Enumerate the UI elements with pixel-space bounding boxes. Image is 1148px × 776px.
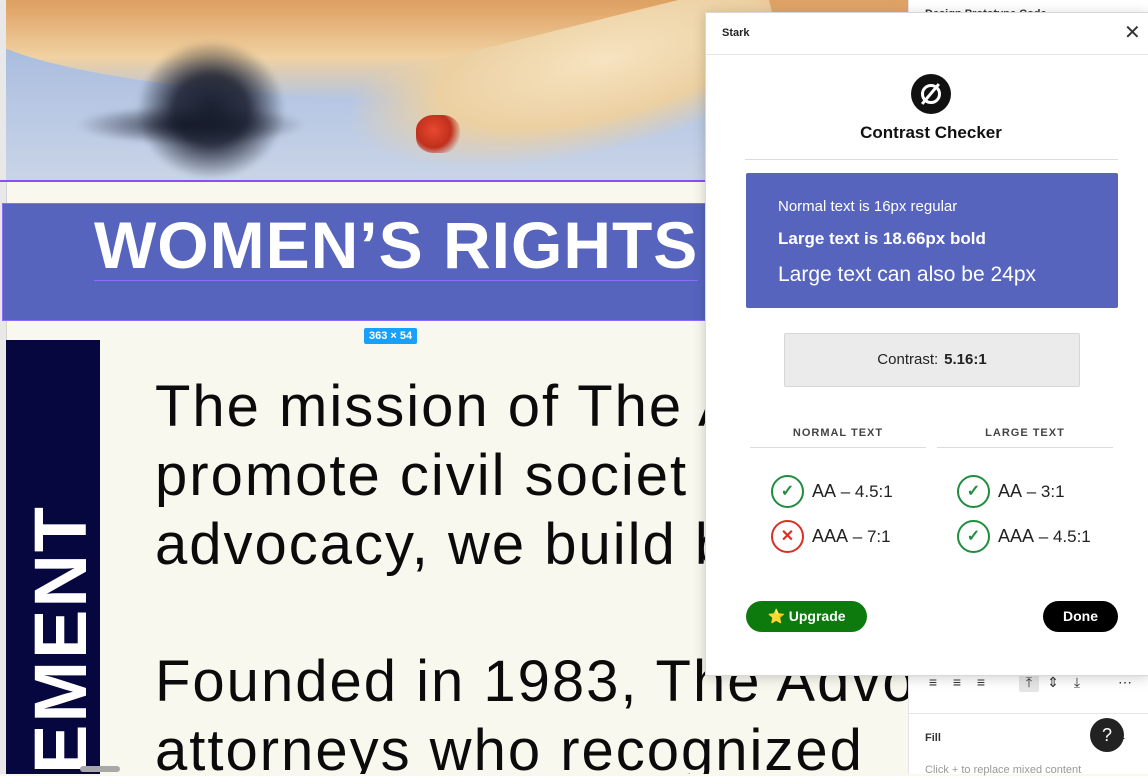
heading-divider (745, 159, 1118, 160)
stark-plugin-window: Stark ✕ Contrast Checker Normal text is … (705, 12, 1148, 676)
photo-shape (76, 105, 306, 145)
result-label: AA – 4.5:1 (812, 481, 893, 502)
wcag-level: AA (998, 481, 1023, 501)
side-bar-label[interactable]: EMENT (18, 505, 103, 774)
photo-shape (416, 115, 460, 153)
preview-large-text: Large text can also be 24px (778, 263, 1037, 286)
cross-icon: ✕ (771, 520, 804, 553)
normal-text-column-header: NORMAL TEXT (750, 427, 926, 448)
close-icon[interactable]: ✕ (1124, 23, 1141, 43)
wcag-ratio: – 4.5:1 (840, 482, 893, 501)
panel-divider (909, 713, 1148, 714)
contrast-preview: Normal text is 16px regular Large text i… (746, 173, 1118, 308)
contrast-ratio-box: Contrast: 5.16:1 (784, 333, 1080, 387)
selection-size-badge: 363 × 54 (364, 328, 418, 344)
contrast-checker-heading: Contrast Checker (860, 123, 1002, 142)
wcag-ratio: – 3:1 (1026, 482, 1065, 501)
wcag-level: AAA (998, 526, 1035, 546)
result-label: AAA – 7:1 (812, 526, 891, 547)
plugin-title: Stark (722, 27, 750, 39)
check-icon: ✓ (957, 475, 990, 508)
help-button[interactable]: ? (1090, 718, 1124, 752)
wcag-ratio: – 4.5:1 (1038, 527, 1091, 546)
horizontal-scrollbar[interactable] (80, 766, 120, 772)
result-label: AAA – 4.5:1 (998, 526, 1091, 547)
large-text-column-header: LARGE TEXT (937, 427, 1113, 448)
preview-large-bold-text: Large text is 18.66px bold (778, 229, 986, 248)
contrast-label: Contrast: (877, 351, 939, 368)
paragraph-line[interactable]: The mission of The A (155, 372, 739, 441)
stark-logo-icon (911, 74, 951, 114)
check-icon: ✓ (771, 475, 804, 508)
done-button[interactable]: Done (1043, 601, 1118, 632)
wcag-ratio: – 7:1 (852, 527, 891, 546)
fill-hint-text: Click + to replace mixed content (925, 764, 1082, 776)
preview-normal-text: Normal text is 16px regular (778, 198, 958, 215)
wcag-level: AA (812, 481, 837, 501)
contrast-value: 5.16:1 (944, 351, 987, 368)
paragraph-line[interactable]: advocacy, we build b (155, 510, 729, 579)
plugin-header: Stark ✕ (706, 13, 1148, 55)
upgrade-button[interactable]: ⭐ Upgrade (746, 601, 867, 632)
paragraph-line[interactable]: promote civil societ (155, 441, 688, 510)
fill-section-label: Fill (925, 732, 941, 744)
check-icon: ✓ (957, 520, 990, 553)
banner-heading[interactable]: WOMEN’S RIGHTS (94, 212, 699, 281)
paragraph-line[interactable]: attorneys who recognized (155, 716, 864, 774)
result-label: AA – 3:1 (998, 481, 1065, 502)
wcag-level: AAA (812, 526, 849, 546)
